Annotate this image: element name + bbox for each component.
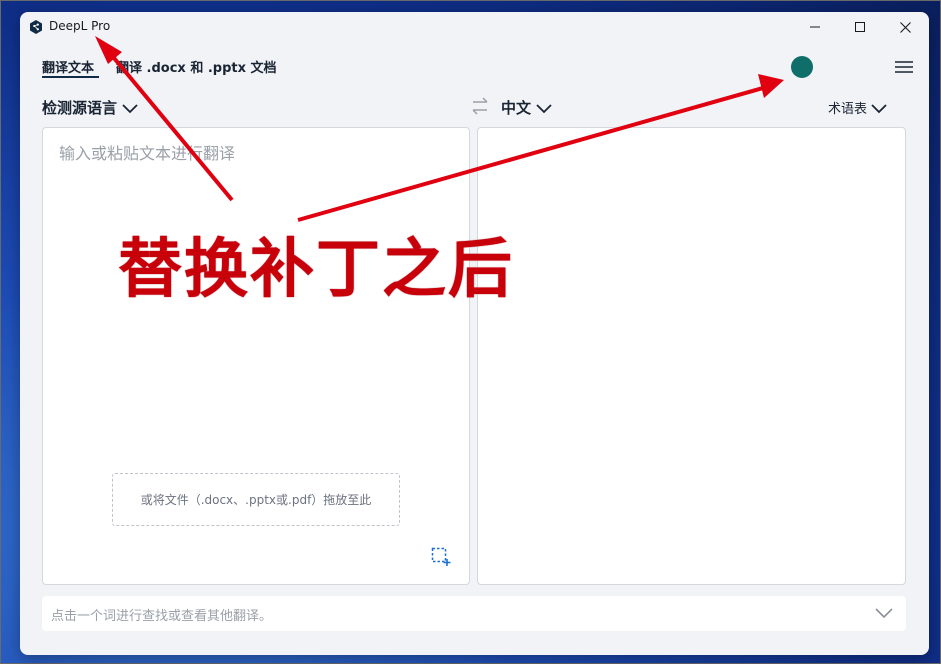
swap-languages-icon[interactable] — [470, 97, 490, 115]
chevron-down-icon — [536, 103, 552, 113]
maximize-icon — [855, 22, 865, 32]
dictionary-hint: 点击一个词进行查找或查看其他翻译。 — [51, 609, 273, 624]
deepl-logo-icon — [30, 20, 42, 34]
source-language-label: 检测源语言 — [42, 99, 118, 117]
source-text-panel[interactable]: 输入或粘贴文本进行翻译 或将文件（.docx、.pptx或.pdf）拖放至此 — [42, 127, 470, 585]
screen-capture-icon[interactable] — [431, 547, 451, 567]
title-bar[interactable]: DeepL Pro — [20, 12, 929, 42]
deepl-window: DeepL Pro 翻译文本 翻译 .docx 和 .pptx 文档 检测源语言… — [20, 12, 929, 655]
dictionary-bar[interactable]: 点击一个词进行查找或查看其他翻译。 — [42, 596, 906, 631]
window-title: DeepL Pro — [49, 19, 111, 33]
active-tab-indicator — [42, 76, 99, 78]
hamburger-menu-icon[interactable] — [894, 59, 914, 75]
file-drop-zone[interactable]: 或将文件（.docx、.pptx或.pdf）拖放至此 — [112, 473, 400, 526]
minimize-icon — [810, 26, 820, 28]
glossary-label: 术语表 — [828, 102, 868, 117]
account-avatar[interactable] — [791, 56, 813, 78]
source-text-placeholder: 输入或粘贴文本进行翻译 — [59, 144, 236, 163]
drop-zone-hint: 或将文件（.docx、.pptx或.pdf）拖放至此 — [140, 493, 372, 507]
maximize-button[interactable] — [837, 12, 883, 42]
minimize-button[interactable] — [792, 12, 838, 42]
close-icon — [899, 21, 911, 33]
chevron-down-icon[interactable] — [874, 605, 894, 621]
target-language-selector[interactable]: 中文 — [501, 97, 553, 118]
chevron-down-icon — [871, 103, 887, 113]
tab-translate-text[interactable]: 翻译文本 — [42, 57, 94, 76]
close-button[interactable] — [882, 12, 928, 42]
annotation-label: 替换补丁之后 — [118, 233, 514, 307]
source-language-selector[interactable]: 检测源语言 — [42, 97, 139, 118]
target-language-label: 中文 — [501, 99, 532, 117]
translation-output-panel[interactable] — [477, 127, 906, 585]
glossary-button[interactable]: 术语表 — [828, 98, 888, 117]
chevron-down-icon — [122, 103, 138, 113]
tab-translate-documents[interactable]: 翻译 .docx 和 .pptx 文档 — [116, 57, 277, 76]
